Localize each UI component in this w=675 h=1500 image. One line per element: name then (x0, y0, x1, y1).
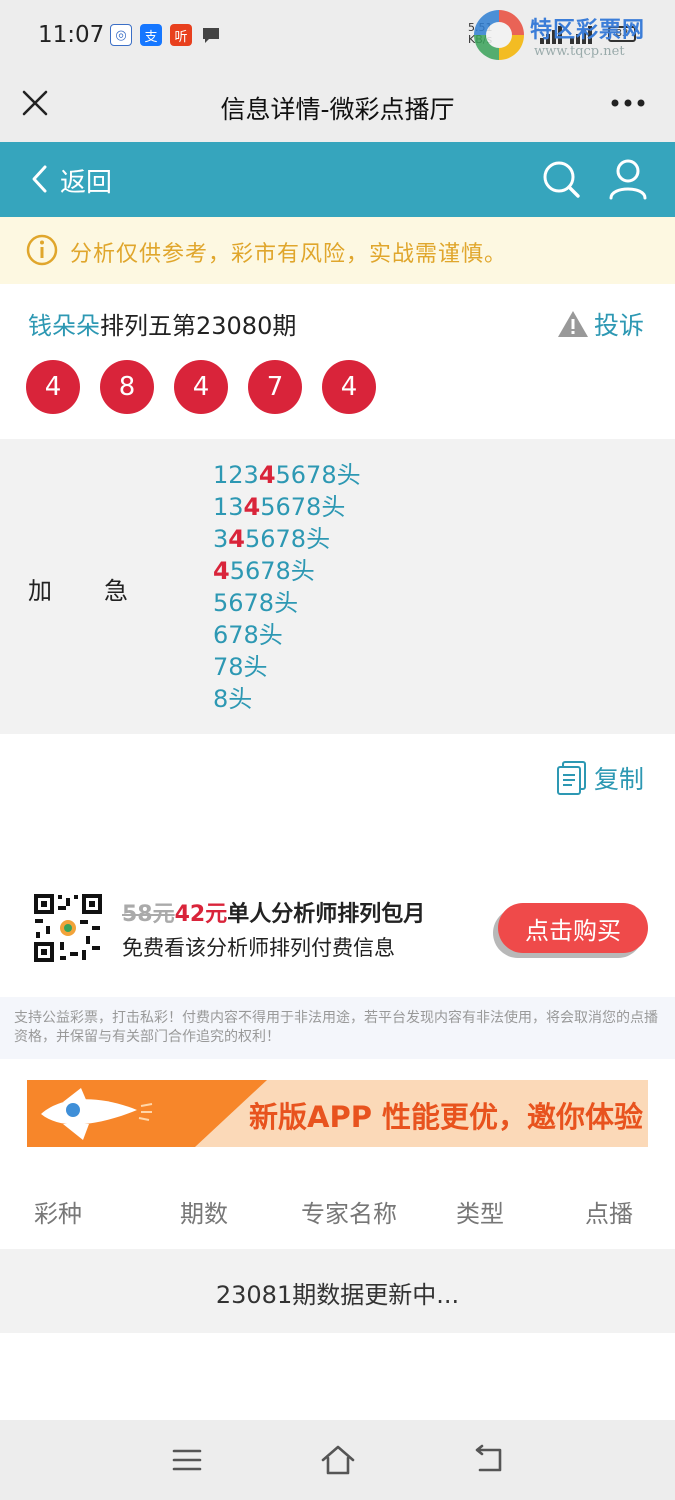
analysis-line: 345678头 (213, 525, 331, 553)
complain-button[interactable]: 投诉 (556, 306, 644, 342)
alipay-icon: 支 (140, 24, 162, 46)
title-bar: 信息详情-微彩点播厅 (0, 72, 675, 142)
column-header: 类型 (456, 1200, 504, 1228)
warning-icon (558, 311, 588, 337)
column-header: 彩种 (34, 1200, 82, 1228)
analysis-lines: 12345678头 1345678头 345678头 45678头 5678头 … (213, 459, 361, 715)
result-ball: 4 (322, 360, 376, 414)
watermark-logo-icon (474, 10, 524, 60)
analysis-line: 78头 (213, 653, 268, 681)
rocket-icon (41, 1088, 153, 1140)
analysis-line: 8头 (213, 685, 253, 713)
buy-button[interactable]: 点击购买 (498, 903, 648, 953)
notification-icons: ◎ 支 听 (110, 24, 222, 46)
issue-text: 排列五第23080期 (100, 312, 297, 340)
watermark-url: www.tqcp.net (534, 44, 625, 59)
listen-icon: 听 (170, 24, 192, 46)
old-price: 58元 (122, 902, 175, 927)
back-nav-icon[interactable] (472, 1444, 504, 1474)
watermark: 特区彩票网 www.tqcp.net (472, 8, 672, 66)
system-nav-bar (0, 1420, 675, 1500)
menu-icon[interactable] (172, 1448, 202, 1472)
new-price: 42元 (174, 902, 228, 927)
info-icon (26, 234, 58, 266)
risk-notice: 分析仅供参考，彩市有风险，实战需谨慎。 (0, 217, 675, 284)
back-chevron-icon[interactable] (28, 164, 50, 194)
promo-name: 单人分析师排列包月 (227, 902, 426, 927)
user-icon[interactable] (608, 158, 648, 200)
complain-label: 投诉 (594, 311, 645, 340)
home-icon[interactable] (320, 1444, 356, 1476)
analysis-line: 678头 (213, 621, 283, 649)
page: 11:07 ◎ 支 听 5.51 KB/s 83 特区彩票网 www.tqcp.… (0, 0, 675, 1500)
disclaimer: 支持公益彩票，打击私彩！付费内容不得用于非法用途，若平台发现内容有非法使用，将会… (0, 997, 675, 1059)
issue-title: 钱朵朵排列五第23080期 (28, 306, 296, 341)
result-ball: 4 (174, 360, 228, 414)
result-ball: 8 (100, 360, 154, 414)
row-status-text: 23081期数据更新中... (215, 1281, 460, 1309)
column-header: 专家名称 (301, 1200, 397, 1228)
table-row: 23081期数据更新中... (0, 1249, 675, 1333)
result-ball: 4 (26, 360, 80, 414)
result-balls: 4 8 4 7 4 (26, 360, 376, 414)
copy-icon (557, 761, 586, 795)
analysis-line: 5678头 (213, 589, 299, 617)
status-bar: 11:07 ◎ 支 听 5.51 KB/s 83 特区彩票网 www.tqcp.… (0, 0, 675, 72)
notice-text: 分析仅供参考，彩市有风险，实战需谨慎。 (70, 242, 508, 267)
promo-title: 58元42元单人分析师排列包月 (122, 896, 425, 928)
banner-text: 新版APP 性能更优，邀你体验 (249, 1100, 644, 1134)
nav-bar: 返回 (0, 142, 675, 217)
analysis-line: 12345678头 (213, 461, 361, 489)
copy-button[interactable]: 复制 (556, 760, 644, 796)
more-icon[interactable] (610, 98, 646, 108)
analysis-content: 加 急 12345678头 1345678头 345678头 45678头 56… (0, 439, 675, 734)
column-header: 点播 (585, 1200, 633, 1228)
search-icon[interactable] (541, 159, 581, 199)
page-title: 信息详情-微彩点播厅 (220, 95, 455, 124)
analysis-line: 45678头 (213, 557, 315, 585)
status-time: 11:07 (38, 22, 105, 48)
promo-subtitle: 免费看该分析师排列付费信息 (122, 936, 395, 960)
table-header: 彩种 期数 专家名称 类型 点播 (0, 1190, 675, 1230)
content-label: 加 急 (28, 577, 128, 605)
qr-code-icon (32, 892, 104, 964)
analysis-line: 1345678头 (213, 493, 346, 521)
expert-name[interactable]: 钱朵朵 (28, 312, 100, 340)
app-banner[interactable]: 新版APP 性能更优，邀你体验 (27, 1080, 648, 1147)
chat-icon (200, 24, 222, 46)
back-button[interactable]: 返回 (60, 162, 112, 199)
watermark-title: 特区彩票网 (530, 18, 646, 43)
result-ball: 7 (248, 360, 302, 414)
column-header: 期数 (180, 1200, 228, 1228)
bank-icon: ◎ (110, 24, 132, 46)
copy-label: 复制 (594, 765, 645, 794)
